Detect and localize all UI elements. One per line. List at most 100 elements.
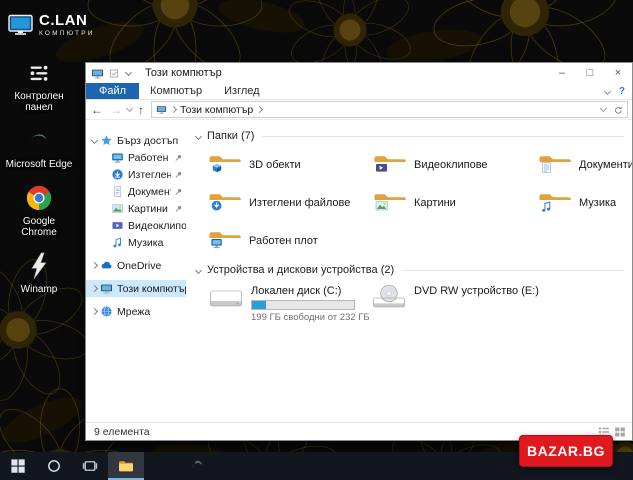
navigation-pane: Бърз достъп Работен плот Изтеглени файло… (86, 120, 186, 422)
bazar-watermark: BAZAR.BG (519, 435, 613, 467)
nav-music[interactable]: Музика (86, 234, 186, 251)
explorer-window: Този компютър – □ × ФайлКомпютърИзглед? … (85, 62, 633, 441)
qat-customize-chevron-icon[interactable] (125, 68, 132, 75)
taskbar-button-icon (118, 458, 134, 474)
folder-icon (208, 189, 242, 217)
window-content: Бърз достъп Работен плот Изтеглени файло… (86, 120, 632, 422)
ribbon-tab-computer[interactable]: Компютър (139, 83, 213, 99)
desktop-icon-image (24, 58, 54, 88)
sidebar-item-label: Документи (128, 186, 171, 198)
drive-label: Локален диск (C:) (251, 285, 370, 297)
ribbon-tab-strip: ФайлКомпютърИзглед? (86, 83, 632, 100)
ribbon-tab-view[interactable]: Изглед (213, 83, 270, 99)
help-icon[interactable]: ? (619, 86, 625, 97)
sidebar-item-icon (111, 151, 124, 164)
folder-label: Работен плот (249, 235, 318, 247)
desktop-icon-label: Google Chrome (5, 216, 73, 238)
address-bar-row: ← → ↑ Този компютър (86, 100, 632, 120)
quick-access-toolbar-icon[interactable] (109, 68, 120, 79)
minimize-button[interactable]: – (548, 63, 576, 83)
sidebar-item-label: Мрежа (117, 306, 186, 318)
breadcrumb-location[interactable]: Този компютър (180, 104, 253, 116)
sidebar-item-label: Работен плот (128, 152, 171, 164)
nav-desktop[interactable]: Работен плот (86, 149, 186, 166)
folder-downloads[interactable]: Изтеглени файлове (208, 187, 371, 218)
pin-icon (173, 204, 182, 213)
clan-monitor-icon (8, 14, 33, 36)
collapse-chevron-icon[interactable] (195, 132, 202, 139)
pin-icon (173, 187, 182, 196)
clan-title: C.LAN (39, 13, 95, 28)
nav-videos[interactable]: Видеоклипове (86, 217, 186, 234)
folder-music[interactable]: Музика (538, 187, 632, 218)
desktop-icon-image (24, 183, 54, 213)
folder-desktop[interactable]: Работен плот (208, 225, 371, 256)
nav-onedrive[interactable]: OneDrive (86, 257, 186, 274)
folder-pictures[interactable]: Картини (373, 187, 536, 218)
folder-videos[interactable]: Видеоклипове (373, 149, 536, 180)
expand-chevron-icon[interactable] (91, 262, 98, 269)
drive-dvd[interactable]: DVD RW устройство (E:) (371, 284, 534, 323)
drive-c[interactable]: Локален диск (C:) 199 ГБ свободни от 232… (208, 284, 371, 323)
nav-pictures[interactable]: Картини (86, 200, 186, 217)
nav-this-pc[interactable]: Този компютър (86, 280, 186, 297)
folder-label: Картини (414, 197, 456, 209)
expand-chevron-icon[interactable] (91, 285, 98, 292)
large-icons-view-button[interactable] (614, 426, 626, 438)
address-bar[interactable]: Този компютър (151, 101, 628, 118)
folder-icon (208, 227, 242, 255)
devices-section-header: Устройства и дискови устройства (2) (196, 262, 624, 278)
desktop-icon-winamp[interactable]: Winamp (4, 251, 74, 295)
folder-icon (208, 151, 242, 179)
close-button[interactable]: × (604, 63, 632, 83)
breadcrumb-chevron-icon[interactable] (256, 106, 263, 113)
collapse-chevron-icon[interactable] (195, 266, 202, 273)
search-button[interactable] (36, 452, 72, 480)
task-view-button[interactable] (72, 452, 108, 480)
forward-button[interactable]: → (108, 104, 124, 116)
recent-locations-chevron-icon[interactable] (126, 105, 133, 112)
refresh-icon[interactable] (612, 104, 623, 115)
ribbon-tab-file[interactable]: Файл (86, 83, 139, 99)
title-bar: Този компютър – □ × (86, 63, 632, 83)
expand-chevron-icon[interactable] (91, 137, 98, 144)
clan-watermark: C.LAN КОМПЮТРИ (8, 13, 95, 37)
taskbar-edge[interactable] (180, 452, 216, 480)
folder-documents[interactable]: Документи (538, 149, 632, 180)
drive-icon (208, 284, 244, 314)
section-title: Папки (7) (207, 130, 254, 142)
desktop-icon-chrome[interactable]: Google Chrome (4, 183, 74, 238)
maximize-button[interactable]: □ (576, 63, 604, 83)
sidebar-item-icon (111, 185, 124, 198)
taskbar-firefox[interactable] (144, 452, 180, 480)
desktop-icon-control-panel[interactable]: Контролен панел (4, 58, 74, 113)
expand-chevron-icon[interactable] (91, 308, 98, 315)
desktop-icon-label: Winamp (5, 284, 73, 295)
sidebar-item-icon (111, 168, 124, 181)
sidebar-item-label: Картини (128, 203, 171, 215)
up-button[interactable]: ↑ (136, 104, 146, 116)
expand-ribbon-chevron-icon[interactable] (604, 87, 611, 94)
back-button[interactable]: ← (89, 104, 105, 116)
pin-icon (173, 153, 182, 162)
breadcrumb-chevron-icon[interactable] (170, 106, 177, 113)
folders-section-header: Папки (7) (196, 128, 624, 144)
section-divider (402, 270, 624, 271)
folder-3d-objects[interactable]: 3D обекти (208, 149, 371, 180)
sidebar-item-label: Изтеглени файлове (128, 169, 171, 181)
nav-downloads[interactable]: Изтеглени файлове (86, 166, 186, 183)
taskbar-file-explorer[interactable] (108, 452, 144, 480)
nav-documents[interactable]: Документи (86, 183, 186, 200)
window-title: Този компютър (145, 67, 222, 79)
drives-grid: Локален диск (C:) 199 ГБ свободни от 232… (208, 284, 628, 323)
window-controls: – □ × (548, 63, 632, 83)
folders-grid: 3D обекти Видеоклипове Документи (208, 149, 628, 256)
nav-network[interactable]: Мрежа (86, 303, 186, 320)
capacity-text: 199 ГБ свободни от 232 ГБ (251, 312, 370, 323)
taskbar-button-icon (190, 458, 206, 474)
folder-icon (373, 151, 407, 179)
start-button[interactable] (0, 452, 36, 480)
desktop-icon-edge[interactable]: Microsoft Edge (4, 126, 74, 170)
address-dropdown-chevron-icon[interactable] (600, 105, 607, 112)
nav-quick-access[interactable]: Бърз достъп (86, 132, 186, 149)
